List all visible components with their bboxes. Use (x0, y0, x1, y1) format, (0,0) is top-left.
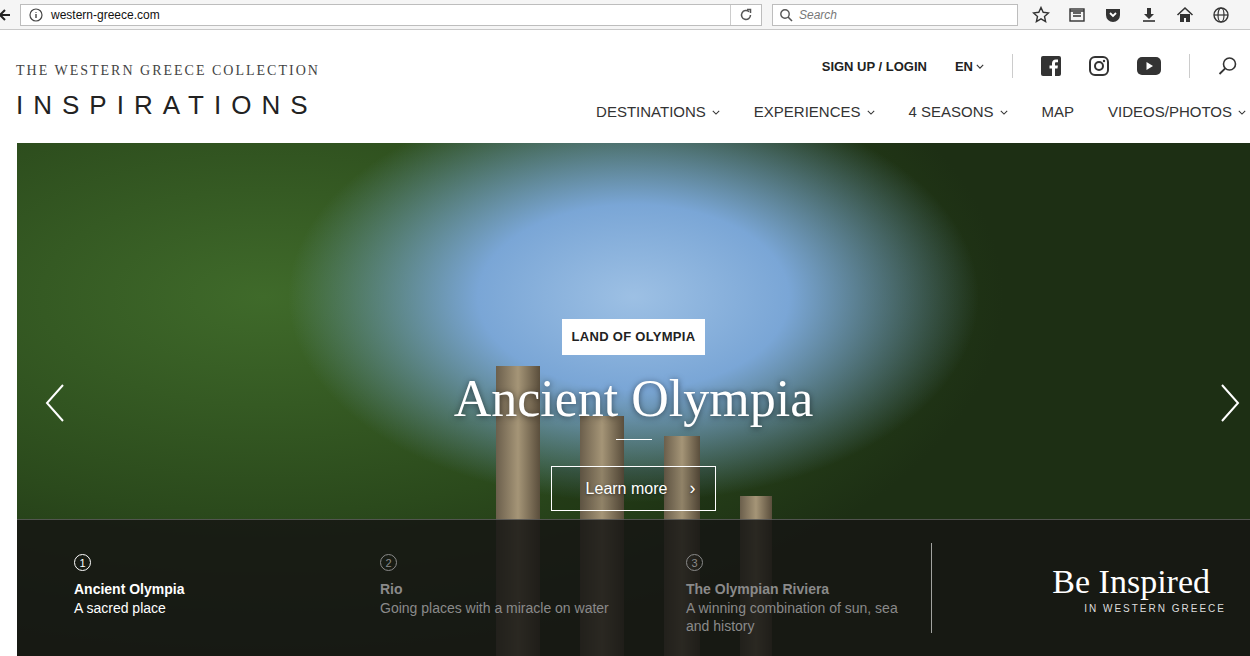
hero-tag: LAND OF OLYMPIA (562, 319, 706, 355)
tagline-subtitle: IN WESTERN GREECE (1084, 603, 1226, 614)
hero-content: LAND OF OLYMPIA Ancient Olympia Learn mo… (17, 143, 1250, 519)
slide-item[interactable]: 3 The Olympian Riviera A winning combina… (686, 554, 926, 656)
tagline-title: Be Inspired (1052, 563, 1210, 601)
slide-number: 2 (380, 554, 397, 571)
search-icon[interactable] (1218, 56, 1238, 76)
info-icon[interactable] (29, 8, 43, 22)
slide-band: 1 Ancient Olympia A sacred place2 Rio Go… (17, 519, 1250, 656)
slide-number: 1 (74, 554, 91, 571)
back-arrow-icon[interactable] (0, 8, 12, 22)
youtube-icon[interactable] (1137, 57, 1161, 75)
slide-title: The Olympian Riviera (686, 580, 902, 599)
login-link[interactable]: SIGN UP / LOGIN (822, 59, 927, 74)
learn-more-button[interactable]: Learn more› (551, 466, 717, 511)
globe-icon[interactable] (1212, 6, 1230, 24)
nav-item[interactable]: EXPERIENCES (754, 102, 875, 122)
slide-title: Ancient Olympia (74, 580, 356, 599)
chevron-down-icon (976, 64, 984, 69)
main-nav: DESTINATIONS EXPERIENCES 4 SEASONS MAP VIDEO… (596, 102, 1250, 122)
hero-title: Ancient Olympia (454, 369, 814, 429)
slide-subtitle: A winning combination of sun, sea and hi… (686, 599, 902, 635)
instagram-icon[interactable] (1089, 56, 1109, 76)
download-icon[interactable] (1140, 6, 1158, 24)
slide-item[interactable]: 2 Rio Going places with a miracle on wat… (380, 554, 686, 656)
hero-slider: LAND OF OLYMPIA Ancient Olympia Learn mo… (17, 143, 1250, 656)
chevron-down-icon (1238, 110, 1246, 115)
toolbar-icons (1032, 6, 1230, 24)
top-links: SIGN UP / LOGIN EN (822, 52, 1250, 80)
chevron-down-icon (867, 110, 875, 115)
address-text[interactable]: western-greece.com (51, 8, 730, 22)
chevron-right-icon[interactable] (1220, 383, 1240, 423)
nav-item[interactable]: VIDEOS/PHOTOS (1108, 102, 1246, 122)
chevron-left-icon[interactable] (45, 383, 65, 423)
nav-item[interactable]: DESTINATIONS (596, 102, 720, 122)
tagline: Be Inspired IN WESTERN GREECE (932, 563, 1250, 614)
language-select[interactable]: EN (955, 59, 984, 74)
divider (931, 543, 932, 633)
reload-icon[interactable] (739, 8, 753, 22)
reading-list-icon[interactable] (1068, 6, 1086, 24)
logo-collection[interactable]: THE WESTERN GREECE COLLECTION (16, 63, 320, 79)
slide-number: 3 (686, 554, 703, 571)
home-icon[interactable] (1176, 6, 1194, 24)
divider (1012, 54, 1013, 78)
browser-search[interactable]: Search (772, 4, 1018, 26)
logo[interactable]: THE WESTERN GREECE COLLECTION INSPIRATIO… (0, 30, 320, 143)
nav-item[interactable]: MAP (1042, 102, 1075, 122)
star-icon[interactable] (1032, 6, 1050, 24)
chevron-right-icon: › (689, 478, 695, 499)
header-right: SIGN UP / LOGIN EN DESTINATIONS EXPERIENC… (596, 30, 1250, 143)
slide-title: Rio (380, 580, 662, 599)
title-underline (616, 439, 652, 440)
page: western-greece.com Search THE WESTERN GR… (0, 0, 1250, 656)
search-placeholder: Search (799, 8, 837, 22)
search-icon (779, 8, 793, 22)
browser-toolbar: western-greece.com Search (0, 0, 1250, 30)
address-separator (730, 5, 731, 25)
chevron-down-icon (712, 110, 720, 115)
slide-list: 1 Ancient Olympia A sacred place2 Rio Go… (17, 520, 926, 656)
address-bar[interactable]: western-greece.com (20, 4, 762, 26)
divider (1189, 54, 1190, 78)
facebook-icon[interactable] (1041, 56, 1061, 76)
slide-subtitle: Going places with a miracle on water (380, 599, 662, 617)
logo-inspirations[interactable]: INSPIRATIONS (16, 90, 320, 120)
pocket-icon[interactable] (1104, 6, 1122, 24)
site-header: THE WESTERN GREECE COLLECTION INSPIRATIO… (0, 30, 1250, 143)
slide-subtitle: A sacred place (74, 599, 356, 617)
nav-item[interactable]: 4 SEASONS (909, 102, 1008, 122)
chevron-down-icon (1000, 110, 1008, 115)
slide-item[interactable]: 1 Ancient Olympia A sacred place (74, 554, 380, 656)
